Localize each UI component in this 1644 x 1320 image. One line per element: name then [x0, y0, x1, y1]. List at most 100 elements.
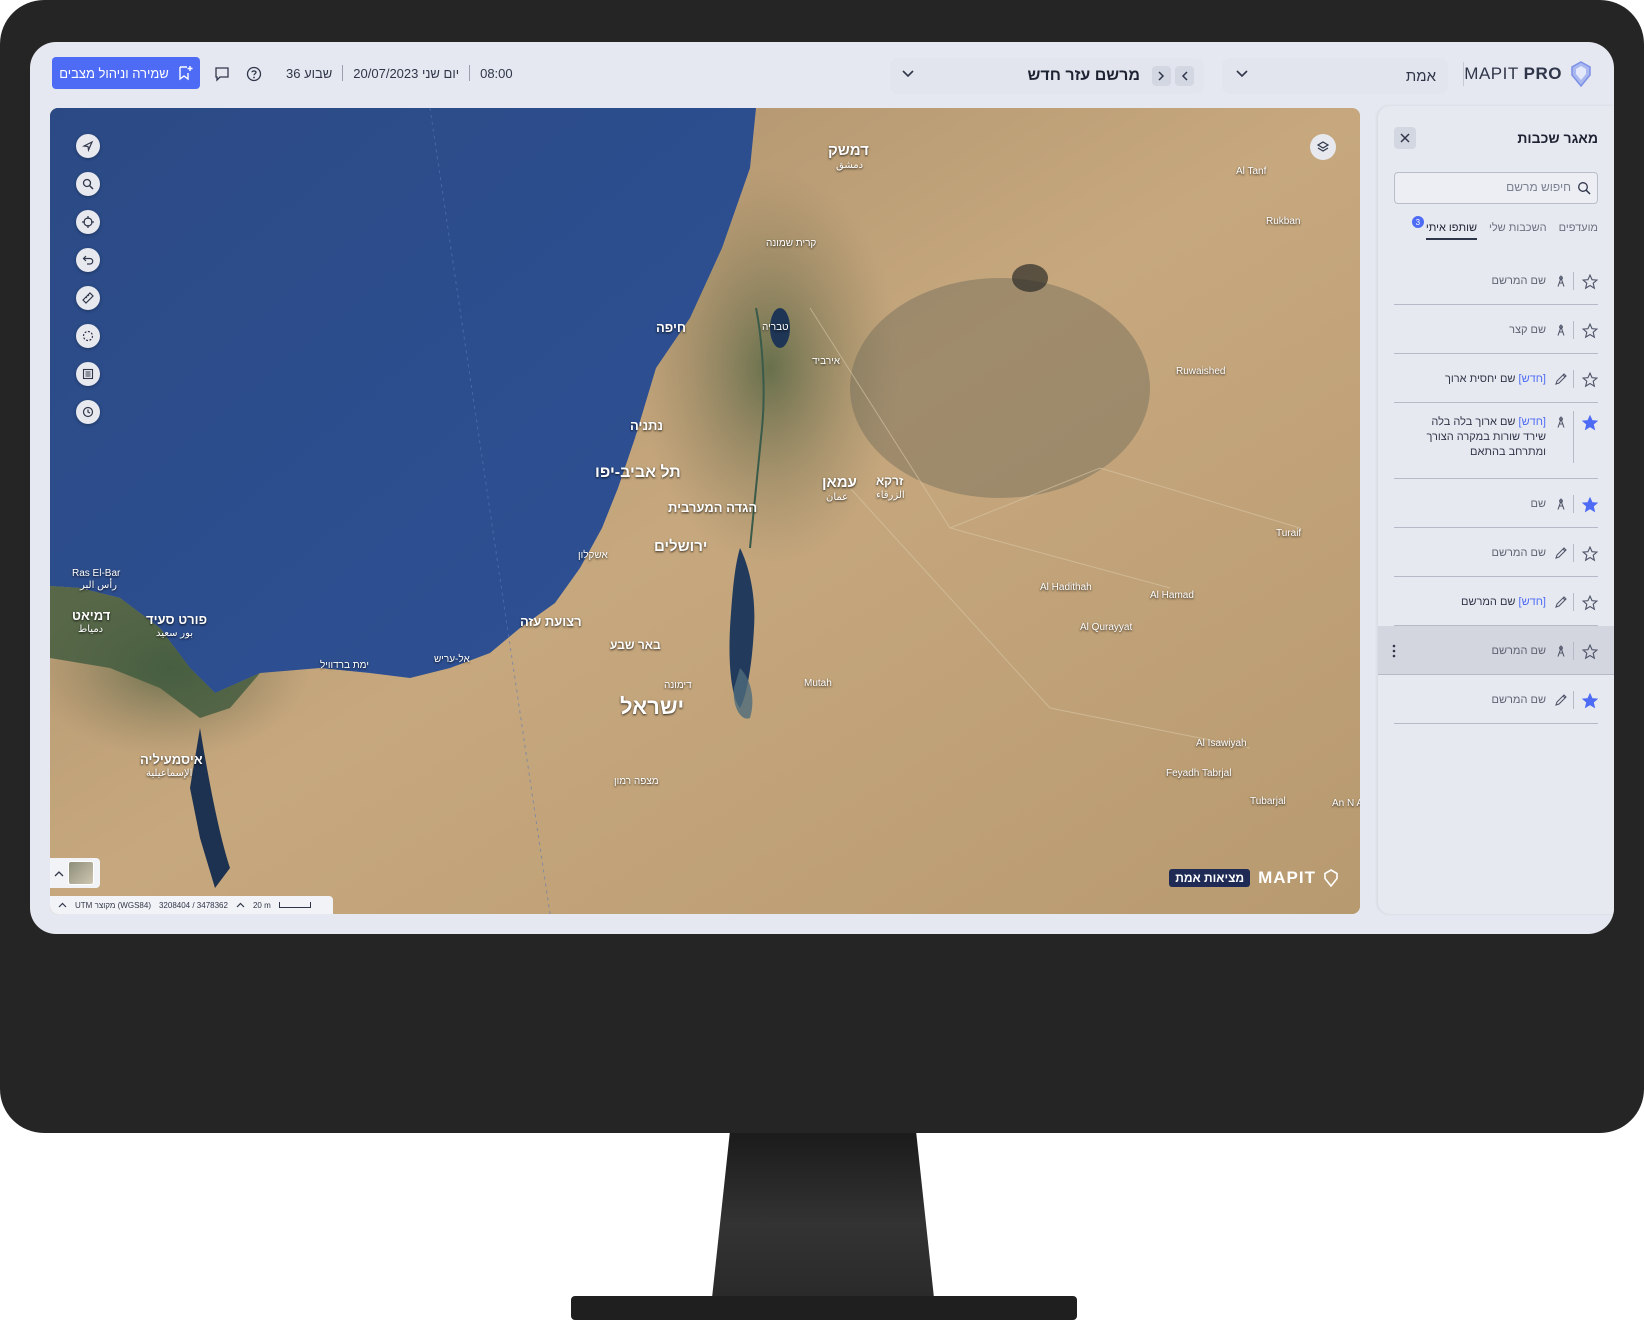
org-select[interactable]: אמת	[1222, 58, 1448, 94]
map-label-jerusalem: ירושלים	[654, 538, 708, 555]
star-outline-icon[interactable]	[1582, 371, 1598, 388]
star-outline-icon[interactable]	[1582, 322, 1598, 339]
map-layers-button[interactable]	[1310, 134, 1336, 160]
search-icon	[1578, 182, 1591, 195]
list-item[interactable]: שם	[1394, 479, 1598, 528]
list-item[interactable]: שם קצר	[1394, 305, 1598, 354]
list-item-name: שם המרשם	[1491, 546, 1546, 559]
list-item[interactable]: [חדש] שם ארוך בלה בלה שירד שורות במקרה הצ…	[1394, 403, 1598, 479]
legend-tool[interactable]	[76, 362, 100, 386]
star-filled-icon[interactable]	[1582, 692, 1598, 709]
chevron-up-icon[interactable]	[236, 902, 245, 908]
select-area-tool[interactable]	[76, 324, 100, 348]
row-divider	[1573, 494, 1574, 513]
header-divider	[1463, 62, 1464, 86]
save-manage-states-button[interactable]: שמירה וניהול מצבים	[52, 57, 200, 89]
map-label-ashkelon: אשקלון	[578, 550, 608, 561]
list-item-label: [חדש] שם ארוך בלה בלה שירד שורות במקרה הצ…	[1426, 415, 1546, 460]
locate-tool[interactable]	[76, 210, 100, 234]
star-outline-icon[interactable]	[1582, 594, 1598, 611]
row-divider	[1573, 411, 1574, 463]
map-canvas[interactable]: דמשק دمشق Al Tanf Rukban קרית שמונה חיפה…	[50, 108, 1360, 914]
compass-tool[interactable]	[76, 134, 100, 158]
layers-panel: מאגר שכבות מועדפיםהשכבות שלישותפו איתי3 …	[1378, 106, 1614, 914]
search-field[interactable]	[1394, 172, 1598, 204]
pencil-icon	[1555, 595, 1567, 608]
star-outline-icon[interactable]	[1582, 545, 1598, 562]
clock-history-icon	[82, 406, 94, 418]
star-filled-icon[interactable]	[1582, 496, 1598, 513]
map-label-al-hamad: Al Hamad	[1150, 590, 1194, 601]
close-icon	[1400, 133, 1410, 143]
tab-1[interactable]: השכבות שלי	[1489, 222, 1547, 240]
star-outline-icon[interactable]	[1582, 273, 1598, 290]
list-item[interactable]: שם המרשם	[1378, 626, 1614, 675]
map-label-west-bank: הגדה המערבית	[668, 500, 758, 515]
map-label-bardawil: ימת ברדוויל	[320, 660, 369, 671]
list-item-label: שם המרשם	[1426, 274, 1546, 289]
map-label-haifa: חיפה	[656, 320, 687, 335]
map-label-zarqa-ar: الزرقاء	[876, 490, 905, 501]
undo-tool[interactable]	[76, 248, 100, 272]
close-panel-button[interactable]	[1394, 127, 1416, 149]
star-filled-icon[interactable]	[1582, 415, 1598, 431]
scale-line	[278, 902, 311, 908]
map-label-netanya: נתניה	[630, 418, 663, 433]
map-label-damascus-ar: دمشق	[836, 160, 864, 171]
date-label: 20/07/2023 יום שני	[353, 65, 460, 81]
zoom-tool[interactable]	[76, 172, 100, 196]
zoom-icon	[82, 178, 94, 190]
list-item-label: שם המרשם	[1426, 644, 1546, 659]
row-divider	[1573, 543, 1574, 562]
list-item[interactable]: [חדש] שם המרשם	[1394, 577, 1598, 626]
basemap-switcher[interactable]	[50, 858, 100, 888]
search-input[interactable]	[1411, 180, 1571, 194]
more-options-icon[interactable]	[1392, 644, 1396, 658]
compass-icon	[1557, 416, 1565, 428]
logo-brand: MAPIT	[1464, 64, 1519, 83]
map-label-al-hadithah: Al Hadithah	[1040, 582, 1092, 593]
new-tag: [חדש]	[1515, 595, 1547, 608]
row-divider	[1573, 271, 1574, 290]
list-item[interactable]: שם המרשם	[1394, 675, 1598, 724]
list-item[interactable]: שם המרשם	[1394, 256, 1598, 305]
map-label-feyadh-tabrjal: Feyadh Tabrjal	[1166, 768, 1232, 779]
chevron-left-icon	[1181, 71, 1188, 81]
basemap-thumbnail[interactable]	[68, 861, 94, 885]
list-item[interactable]: שם המרשם	[1394, 528, 1598, 577]
layers-list: שם המרשם שם קצר [חדש] שם יחסית ארוך [חדש] ש…	[1378, 256, 1614, 724]
map-label-amman-ar: عمان	[826, 492, 849, 503]
tab-2[interactable]: שותפו איתי 3	[1411, 216, 1477, 240]
map-label-dimona: דימונה	[664, 680, 692, 691]
pencil-icon	[1555, 372, 1567, 385]
comments-button[interactable]	[212, 64, 232, 84]
ruler-tool[interactable]	[76, 286, 100, 310]
tab-badge: 3	[1411, 216, 1424, 228]
map-label-ruwaished: Ruwaished	[1176, 366, 1226, 377]
row-divider	[1573, 320, 1574, 339]
next-project-button[interactable]	[1152, 66, 1171, 86]
map-label-rukban: Rukban	[1266, 216, 1301, 227]
map-label-port-said: פורט סעיד	[146, 612, 208, 627]
bookmark-plus-icon	[179, 66, 193, 81]
compass-icon	[1557, 324, 1565, 336]
list-item[interactable]: [חדש] שם יחסית ארוך	[1394, 354, 1598, 403]
map-label-an-nabk: An N Abu	[1332, 798, 1360, 809]
app-logo[interactable]: MAPIT PRO	[1464, 60, 1592, 88]
time-separator	[342, 65, 344, 81]
history-tool[interactable]	[76, 400, 100, 424]
coordinate-system-label[interactable]: UTM מקוצר (WGS84)	[75, 901, 151, 910]
undo-icon	[82, 255, 94, 265]
help-button[interactable]	[244, 64, 264, 84]
chevron-up-icon[interactable]	[58, 902, 67, 908]
new-tag: [חדש]	[1515, 372, 1547, 385]
prev-project-button[interactable]	[1175, 66, 1194, 86]
map-label-ras-el-bar: Ras El-Bar	[72, 568, 121, 579]
list-item-name: שם ארוך בלה בלה	[1431, 416, 1516, 428]
list-item-name: שם המרשם	[1491, 274, 1546, 287]
project-select[interactable]: מרשם עזר חדש	[890, 58, 1204, 94]
tab-0[interactable]: מועדפים	[1559, 222, 1598, 240]
compass-icon	[1557, 645, 1565, 657]
app-screen: MAPIT PRO אמת מרשם עזר חדש שבוע 36 20/07…	[30, 42, 1614, 934]
star-outline-icon[interactable]	[1582, 643, 1598, 660]
